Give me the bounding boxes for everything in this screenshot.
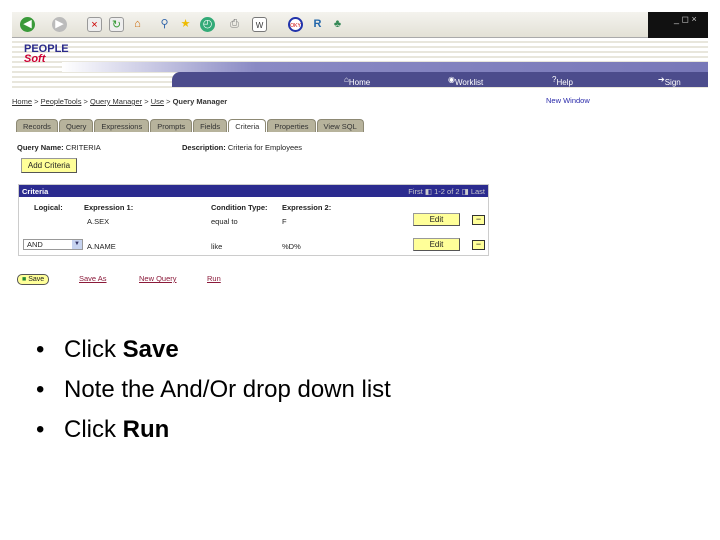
favorites-icon[interactable]: ★ (178, 17, 193, 32)
tab-view-sql[interactable]: View SQL (316, 119, 364, 132)
row2-expr1: A.NAME (87, 242, 116, 251)
browser-toolbar: ◀ ▶ × ↻ ⌂ ⚲ ★ ◴ ⎙ W OKY R ♣ _ ◻ × (12, 12, 708, 38)
home-icon[interactable]: ⌂ (130, 17, 145, 32)
new-window-link[interactable]: New Window (546, 96, 590, 105)
new-query-link[interactable]: New Query (139, 274, 177, 283)
grid-last[interactable]: Last (471, 187, 485, 196)
history-icon[interactable]: ◴ (200, 17, 215, 32)
save-icon: ■ (22, 276, 27, 283)
description-label: Description: (182, 143, 226, 152)
row2-delete-button[interactable]: − (472, 240, 485, 250)
nav-home[interactable]: ⌂ Home (344, 75, 370, 87)
screenshot: ◀ ▶ × ↻ ⌂ ⚲ ★ ◴ ⎙ W OKY R ♣ _ ◻ × PEOPLE… (12, 12, 708, 299)
row1-expr1: A.SEX (87, 217, 110, 226)
chevron-down-icon[interactable]: ▼ (72, 240, 82, 249)
oky-icon[interactable]: OKY (288, 17, 303, 32)
criteria-grid: Criteria First ◧ 1-2 of 2 ◨ Last Logical… (18, 184, 489, 256)
tab-query[interactable]: Query (58, 119, 94, 132)
query-name-value: CRITERIA (65, 143, 101, 152)
messenger-icon[interactable]: ♣ (330, 17, 345, 32)
nav-bar: ⌂ Home ◉ Worklist ? Help ➔ Sign Out (172, 72, 708, 96)
tab-expressions[interactable]: Expressions (94, 119, 150, 132)
edit-icon[interactable]: W (252, 17, 267, 32)
grid-first[interactable]: First (408, 187, 423, 196)
breadcrumb: Home > PeopleTools > Query Manager > Use… (12, 97, 228, 106)
print-icon[interactable]: ⎙ (227, 17, 242, 32)
bullet-2: Note the And/Or drop down list (36, 370, 391, 410)
save-button[interactable]: ■ Save (17, 274, 50, 285)
tab-fields[interactable]: Fields (193, 119, 228, 132)
peoplesoft-logo: PEOPLE Soft (24, 43, 69, 65)
col-logical: Logical: (34, 203, 63, 212)
tab-bar: Records Query Expressions Prompts Fields… (16, 119, 365, 132)
refresh-icon[interactable]: ↻ (109, 17, 124, 32)
row2-cond: like (211, 242, 223, 251)
nav-help[interactable]: ? Help (552, 75, 573, 87)
crumb-peopletools[interactable]: PeopleTools (41, 97, 82, 106)
run-link[interactable]: Run (207, 274, 221, 283)
back-icon[interactable]: ◀ (20, 17, 35, 32)
peoplesoft-header: PEOPLE Soft ⌂ Home ◉ Worklist ? Help ➔ Si… (12, 38, 708, 96)
tab-criteria[interactable]: Criteria (228, 119, 267, 132)
instruction-list: Click Save Note the And/Or drop down lis… (36, 330, 391, 450)
app-icon[interactable]: R (310, 17, 325, 32)
row2-expr2: %D% (282, 242, 301, 251)
save-as-link[interactable]: Save As (79, 274, 107, 283)
row1-cond: equal to (211, 217, 238, 226)
crumb-query-manager[interactable]: Query Manager (90, 97, 142, 106)
col-expression2: Expression 2: (282, 203, 332, 212)
bullet-1: Click Save (36, 330, 391, 370)
crumb-use[interactable]: Use (151, 97, 164, 106)
query-name-label: Query Name: (17, 143, 64, 152)
grid-range: 1-2 of 2 (434, 187, 460, 196)
stop-icon[interactable]: × (87, 17, 102, 32)
row1-edit-button[interactable]: Edit (413, 213, 460, 226)
add-criteria-button[interactable]: Add Criteria (21, 158, 77, 173)
forward-icon[interactable]: ▶ (52, 17, 67, 32)
description-value: Criteria for Employees (227, 143, 303, 152)
crumb-current: Query Manager (172, 97, 228, 106)
col-expression1: Expression 1: (84, 203, 134, 212)
logical-select[interactable]: AND ▼ (23, 239, 83, 250)
window-controls[interactable]: _ ◻ × (648, 12, 708, 38)
row1-delete-button[interactable]: − (472, 215, 485, 225)
grid-title: Criteria (22, 187, 49, 196)
nav-worklist[interactable]: ◉ Worklist (448, 75, 483, 87)
crumb-home[interactable]: Home (12, 97, 32, 106)
row1-expr2: F (282, 217, 287, 226)
tab-records[interactable]: Records (16, 119, 58, 132)
row2-edit-button[interactable]: Edit (413, 238, 460, 251)
col-condition: Condition Type: (211, 203, 268, 212)
nav-signout[interactable]: ➔ Sign Out (658, 75, 681, 96)
tab-prompts[interactable]: Prompts (150, 119, 193, 132)
search-icon[interactable]: ⚲ (157, 17, 172, 32)
tab-properties[interactable]: Properties (267, 119, 316, 132)
bullet-3: Click Run (36, 410, 391, 450)
